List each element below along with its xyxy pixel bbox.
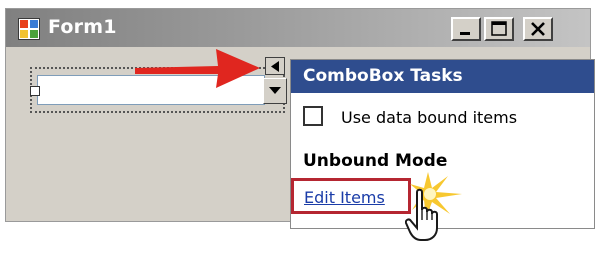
resize-handle[interactable]: [30, 86, 40, 96]
form-app-icon: [18, 18, 40, 40]
use-data-bound-items-checkbox[interactable]: [303, 106, 323, 126]
unbound-mode-heading: Unbound Mode: [303, 151, 448, 171]
tasks-panel-title: ComboBox Tasks: [303, 66, 463, 86]
maximize-button[interactable]: [484, 17, 514, 41]
red-arrow-icon: [135, 49, 260, 88]
title-bar[interactable]: Form1: [6, 9, 590, 47]
hand-pointer-icon: [405, 188, 438, 241]
chevron-down-icon: [269, 87, 281, 94]
window-title: Form1: [48, 16, 117, 38]
edit-items-link[interactable]: Edit Items: [304, 188, 385, 207]
smart-tag-arrow-icon: [271, 61, 279, 72]
close-button[interactable]: [523, 17, 553, 41]
minimize-icon: [460, 32, 470, 35]
close-icon: [531, 22, 545, 36]
tasks-panel-header: ComboBox Tasks: [291, 60, 594, 93]
minimize-button[interactable]: [451, 17, 481, 41]
maximize-icon: [491, 21, 507, 36]
use-data-bound-items-label[interactable]: Use data bound items: [341, 108, 517, 127]
